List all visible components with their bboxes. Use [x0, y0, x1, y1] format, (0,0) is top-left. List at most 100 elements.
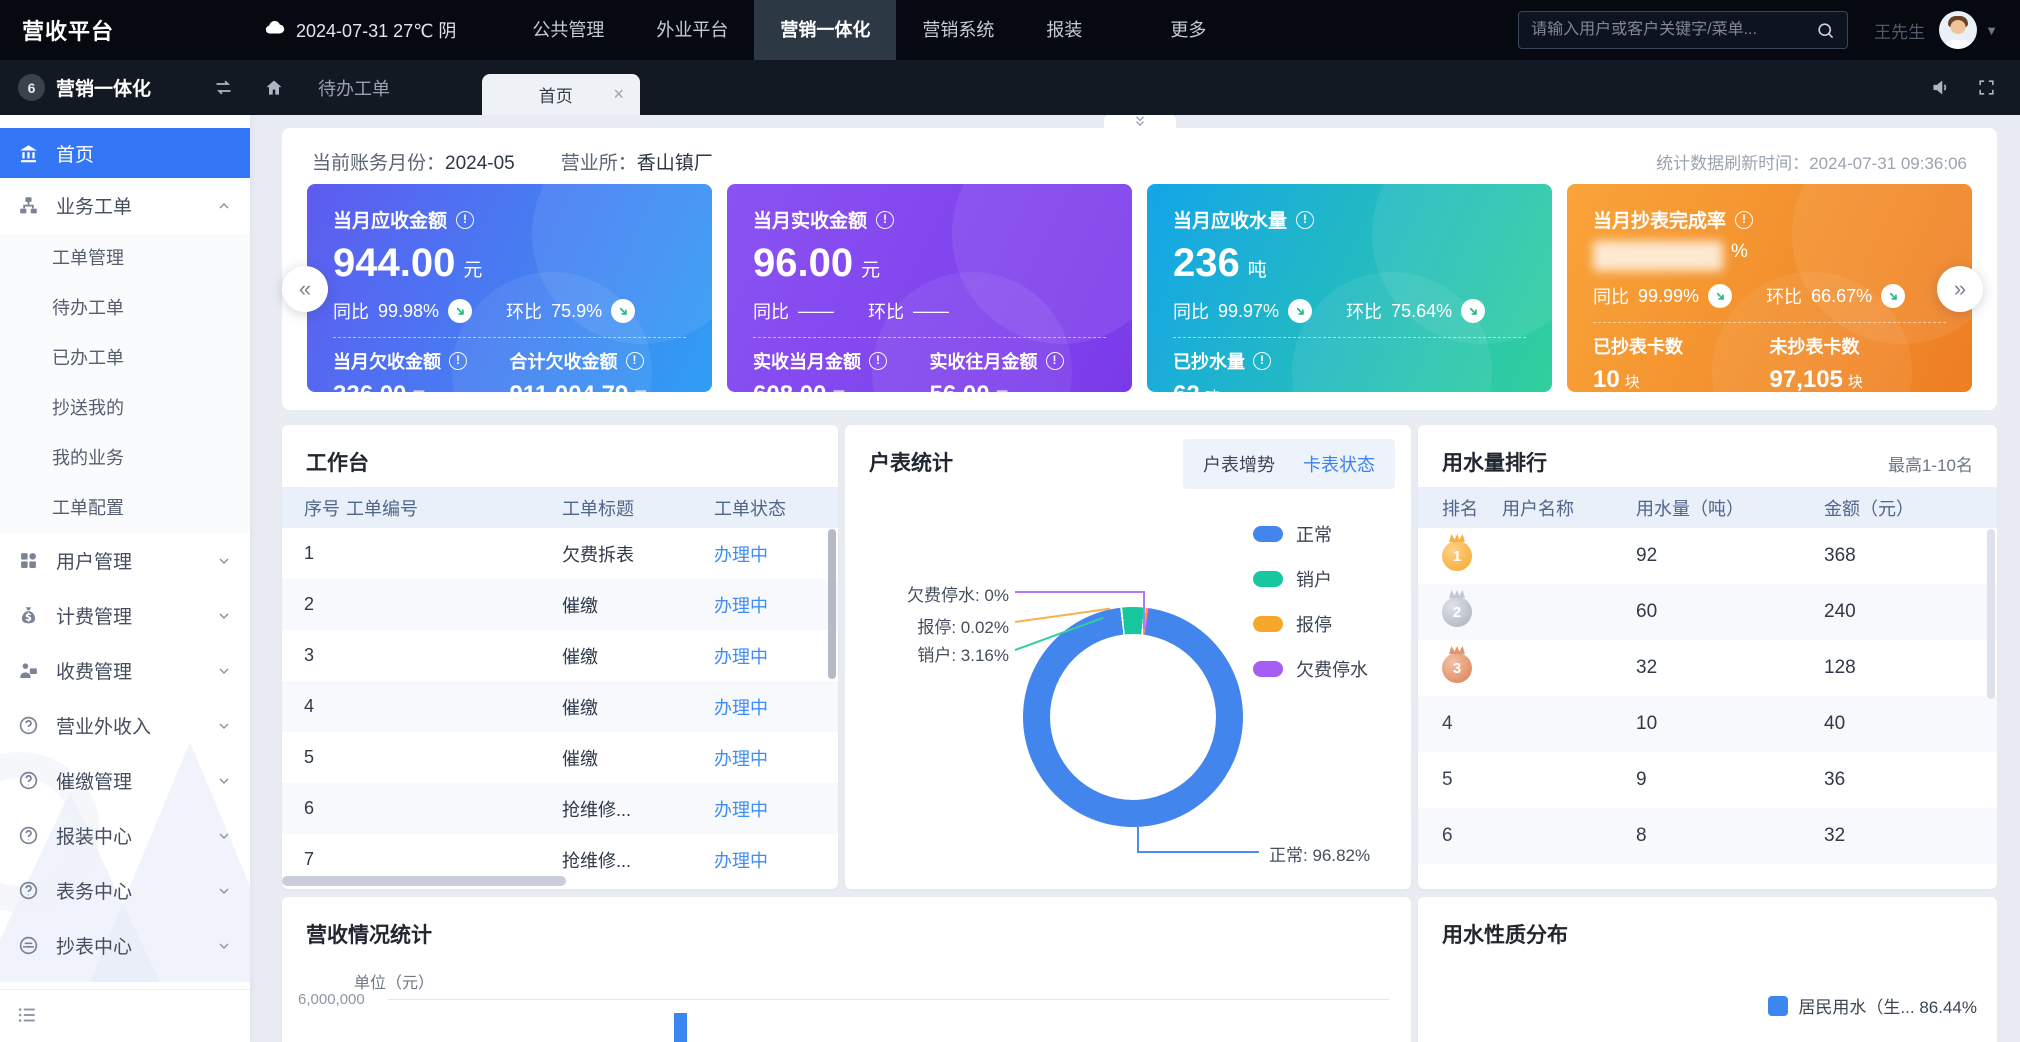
order-status[interactable]: 办理中: [714, 541, 838, 567]
search-input[interactable]: [1531, 21, 1816, 39]
sidebar-item[interactable]: 营业外收入: [0, 698, 250, 753]
info-icon[interactable]: !: [1735, 211, 1753, 229]
leader-line-normal: [1137, 823, 1139, 851]
info-icon[interactable]: !: [869, 352, 887, 370]
tab-close-icon[interactable]: ×: [614, 84, 625, 105]
kpi-card[interactable]: 当月应收金额 ! 944.00元 同比 99.98% 环比 75.9% 当月欠收…: [307, 184, 712, 392]
order-title: 抢维修...: [562, 796, 714, 822]
worktable-vertical-scrollbar[interactable]: [828, 529, 836, 679]
kpi-card[interactable]: 当月抄表完成率 ! % 同比 99.99% 环比 66.67% 已抄表卡数 10…: [1567, 184, 1972, 392]
leader-line-normal: [1137, 851, 1259, 853]
menu-list-icon[interactable]: [16, 1004, 250, 1026]
nav-item[interactable]: 营销一体化: [754, 0, 896, 60]
water-nature-legend[interactable]: 居民用水（生... 86.44%: [1768, 993, 1977, 1018]
legend-item[interactable]: 正常: [1253, 521, 1368, 547]
meter-icon: [18, 934, 42, 958]
ranking-row-partial[interactable]: [1418, 864, 1997, 889]
worktable-row[interactable]: 5 催缴 办理中: [282, 732, 838, 783]
worktable-header-row: 序号 工单编号 工单标题 工单状态: [282, 487, 838, 528]
sidebar-item[interactable]: 收费管理: [0, 643, 250, 698]
worktable-row[interactable]: 6 抢维修... 办理中: [282, 783, 838, 834]
worktable-row[interactable]: 3 催缴 办理中: [282, 630, 838, 681]
carousel-next-button[interactable]: »: [1937, 266, 1983, 312]
sidebar-item[interactable]: 催缴管理: [0, 753, 250, 808]
sidebar-item[interactable]: 业务工单: [0, 178, 250, 233]
kpi-title: 当月应收金额: [333, 206, 447, 233]
revenue-bar[interactable]: [674, 1013, 687, 1042]
order-status[interactable]: 办理中: [714, 592, 838, 618]
order-status[interactable]: 办理中: [714, 643, 838, 669]
sidebar-item[interactable]: 报装中心: [0, 808, 250, 863]
info-icon[interactable]: !: [626, 352, 644, 370]
nav-item[interactable]: 报装: [1020, 0, 1108, 60]
ranking-row[interactable]: 2 60 240: [1418, 584, 1997, 640]
info-icon[interactable]: !: [1253, 352, 1271, 370]
nav-item[interactable]: 更多: [1144, 0, 1232, 60]
worktable-row[interactable]: 4 催缴 办理中: [282, 681, 838, 732]
collapse-double-chevron-icon[interactable]: [1104, 115, 1176, 129]
sidebar-item[interactable]: 计费管理: [0, 588, 250, 643]
sidebar-subitem[interactable]: 工单配置: [0, 483, 250, 533]
users-icon: [18, 549, 42, 573]
worktable-panel: 工作台 序号 工单编号 工单标题 工单状态 1 欠费拆表 办理中 2 催缴 办理…: [282, 425, 838, 889]
legend-label: 居民用水（生... 86.44%: [1798, 993, 1977, 1018]
legend-item[interactable]: 欠费停水: [1253, 656, 1368, 682]
order-status[interactable]: 办理中: [714, 694, 838, 720]
sidebar-subitem[interactable]: 工单管理: [0, 233, 250, 283]
info-icon[interactable]: !: [456, 211, 474, 229]
legend-item[interactable]: 报停: [1253, 611, 1368, 637]
kpi-compare-row: 同比 99.98% 环比 75.9%: [333, 298, 686, 324]
fullscreen-icon[interactable]: [1977, 78, 1996, 97]
nav-item[interactable]: 外业平台: [630, 0, 754, 60]
volume-icon[interactable]: [1930, 77, 1951, 98]
nav-item[interactable]: 公共管理: [506, 0, 630, 60]
ranking-row[interactable]: 5 9 36: [1418, 752, 1997, 808]
kpi-card[interactable]: 当月应收水量 ! 236吨 同比 99.97% 环比 75.64% 已抄水量 !…: [1147, 184, 1552, 392]
swap-arrows-icon[interactable]: [213, 77, 234, 98]
ranking-row[interactable]: 6 8 32: [1418, 808, 1997, 864]
tab-card-status[interactable]: 卡表状态: [1303, 451, 1375, 477]
worktable-row[interactable]: 2 催缴 办理中: [282, 579, 838, 630]
info-icon[interactable]: !: [1296, 211, 1314, 229]
avatar[interactable]: [1939, 11, 1977, 49]
carousel-prev-button[interactable]: «: [282, 266, 328, 312]
sidebar-item[interactable]: 抄表中心: [0, 918, 250, 973]
ranking-row[interactable]: 4 10 40: [1418, 696, 1997, 752]
sidebar-item-label: 业务工单: [56, 192, 132, 219]
kpi-card[interactable]: 当月实收金额 ! 96.00元 同比 —— 环比 —— 实收当月金额 ! 608…: [727, 184, 1132, 392]
info-icon[interactable]: !: [1046, 352, 1064, 370]
worktable-row[interactable]: 1 欠费拆表 办理中: [282, 528, 838, 579]
quick-link-todo[interactable]: 待办工单: [318, 75, 390, 101]
info-icon[interactable]: !: [449, 352, 467, 370]
legend-item[interactable]: 销户: [1253, 566, 1368, 592]
ranking-row[interactable]: 3 32 128: [1418, 640, 1997, 696]
order-status[interactable]: 办理中: [714, 745, 838, 771]
trend-down-icon: [611, 299, 635, 323]
user-menu-caret-icon[interactable]: ▼: [1985, 23, 1998, 38]
ranking-row[interactable]: 1 92 368: [1418, 528, 1997, 584]
chevron-down-icon: [216, 718, 232, 734]
mom-value: ——: [913, 301, 949, 322]
kpi-compare-row: 同比 99.99% 环比 66.67%: [1593, 283, 1946, 309]
billing-icon: [18, 604, 42, 628]
sidebar-subitem[interactable]: 待办工单: [0, 283, 250, 333]
info-icon[interactable]: !: [876, 211, 894, 229]
home-icon[interactable]: [264, 78, 284, 98]
sidebar-subitem[interactable]: 已办工单: [0, 333, 250, 383]
kpi-title: 当月应收水量: [1173, 206, 1287, 233]
sidebar-item-label: 收费管理: [56, 657, 132, 684]
nav-item[interactable]: 营销系统: [896, 0, 1020, 60]
search-icon[interactable]: [1816, 21, 1835, 40]
sidebar-item[interactable]: 首页: [0, 128, 250, 178]
sidebar-subitem[interactable]: 我的业务: [0, 433, 250, 483]
order-status[interactable]: 办理中: [714, 796, 838, 822]
sidebar-item[interactable]: 用户管理: [0, 533, 250, 588]
tab-home[interactable]: 首页 ×: [482, 74, 640, 115]
tab-meter-growth[interactable]: 户表增势: [1203, 451, 1275, 477]
order-status[interactable]: 办理中: [714, 847, 838, 873]
ranking-vertical-scrollbar[interactable]: [1987, 529, 1995, 699]
sidebar-item-label: 首页: [56, 140, 94, 167]
worktable-horizontal-scrollbar[interactable]: [282, 876, 566, 886]
sidebar-subitem[interactable]: 抄送我的: [0, 383, 250, 433]
sidebar-item[interactable]: 表务中心: [0, 863, 250, 918]
